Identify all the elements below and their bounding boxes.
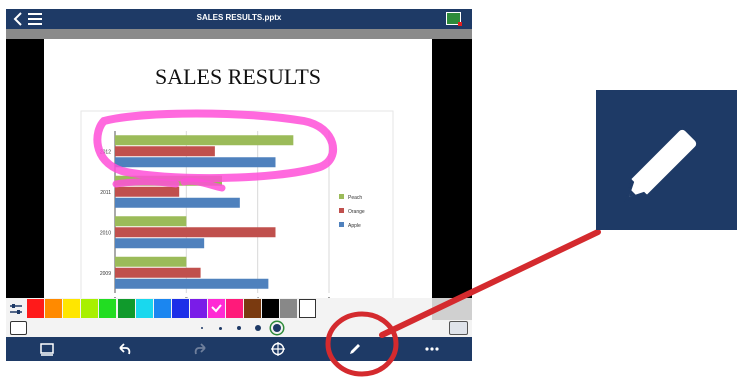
callout-circle <box>325 311 399 377</box>
zoomed-pen-icon-panel <box>596 90 737 230</box>
pen-icon <box>624 129 697 202</box>
callout-line <box>379 229 601 338</box>
